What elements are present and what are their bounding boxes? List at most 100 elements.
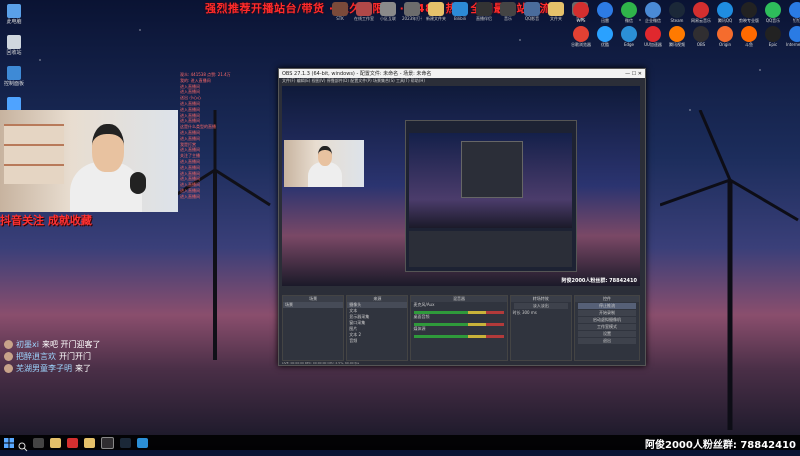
- desktop-app-shortcut[interactable]: 微信: [618, 2, 640, 24]
- control-button[interactable]: 开始录制: [577, 310, 637, 316]
- desktop-icon[interactable]: 控制面板: [2, 66, 26, 87]
- app-label: OBS: [696, 42, 706, 47]
- obs-preview[interactable]: 阿俊2000人粉丝群: 78842410: [282, 86, 640, 286]
- start-button[interactable]: [0, 435, 18, 450]
- desktop-app-shortcut[interactable]: 音乐: [498, 2, 518, 22]
- app-label: Bilibili: [454, 16, 466, 21]
- controls-panel[interactable]: 控件 停止推流 开始录制 启动虚拟摄像机 工作室模式 设置 退出: [573, 295, 641, 361]
- app-icon: [597, 26, 613, 42]
- desktop-app-shortcut[interactable]: 2023年打卡: [402, 2, 422, 22]
- desktop-app-shortcut[interactable]: Origin: [714, 26, 736, 48]
- app-label: Internet Explorer: [786, 42, 800, 47]
- app-icon: [621, 26, 637, 42]
- duration-label: 时长: [512, 310, 521, 315]
- folder-taskbar-icon[interactable]: [84, 437, 95, 448]
- transitions-panel[interactable]: 转场特效 淡入淡出 时长 300 ms: [509, 295, 572, 361]
- comment-message: 开门开门: [59, 351, 91, 361]
- obs-taskbar-icon[interactable]: [101, 436, 114, 449]
- wps-taskbar-icon[interactable]: [67, 437, 78, 448]
- desktop-app-shortcut[interactable]: 剪映专业版: [738, 2, 760, 24]
- desktop-app-shortcut[interactable]: QQ影音: [522, 2, 542, 22]
- control-button[interactable]: 启动虚拟摄像机: [577, 317, 637, 323]
- app-icon: [597, 2, 613, 18]
- desktop-app-shortcut[interactable]: 腾讯QQ: [714, 2, 736, 24]
- duration-input[interactable]: 300 ms: [522, 310, 537, 315]
- app-label: 钉钉: [793, 18, 800, 23]
- source-item[interactable]: 音频: [347, 338, 407, 344]
- app-label: 企业微信: [645, 18, 661, 23]
- app-icon: [404, 2, 420, 16]
- fans-group-text: 阿俊2000人粉丝群: 78842410: [645, 440, 796, 451]
- task-view-icon[interactable]: [33, 437, 44, 448]
- desktop-icon[interactable]: 此电脑: [2, 4, 26, 25]
- app-label: 谷歌浏览器: [571, 42, 591, 47]
- desktop-app-shortcut[interactable]: OBS: [690, 26, 712, 48]
- mixer-panel[interactable]: 混音器 麦克风/Aux 桌面音频 媒体源: [410, 295, 508, 361]
- desktop-app-shortcut[interactable]: 迅雷: [594, 2, 616, 24]
- edge-taskbar-icon[interactable]: [137, 437, 148, 448]
- live-stats-feed: 观众: 441538 点赞: 21.4万 我的: 进入直播间 进入直播间 进入直播间送…: [180, 72, 275, 200]
- obs-titlebar[interactable]: OBS 27.1.3 (64-bit, windows) - 配置文件: 未命名…: [279, 69, 645, 78]
- desktop-app-shortcut[interactable]: 新建文件夹: [426, 2, 446, 22]
- app-icon: [380, 2, 396, 16]
- search-icon[interactable]: [18, 437, 30, 452]
- chat-comment: 初墨xi 来吧 开门迎客了: [4, 338, 101, 350]
- desktop-icon-label: 此电脑: [6, 19, 22, 25]
- avatar: [4, 351, 13, 361]
- desktop-app-shortcut[interactable]: 小区互联: [378, 2, 398, 22]
- desktop-app-shortcut[interactable]: UU加速器: [642, 26, 664, 48]
- app-label: 微信: [625, 18, 633, 23]
- app-label: 新建文件夹: [426, 16, 446, 21]
- app-label: 音乐: [504, 16, 512, 21]
- wind-turbine-right: [660, 110, 799, 430]
- desktop-app-shortcut[interactable]: 在线工作室: [354, 2, 374, 22]
- desktop-app-shortcut[interactable]: 文件夹: [546, 2, 566, 22]
- desktop-app-shortcut[interactable]: 谷歌浏览器: [570, 26, 592, 48]
- desktop-icon[interactable]: 回收站: [2, 35, 26, 56]
- sources-panel[interactable]: 来源 摄像头 文本 显示器采集 窗口采集 图片 文本 2 音频: [346, 295, 409, 361]
- desktop-app-shortcut[interactable]: Steam: [666, 2, 688, 24]
- app-label: 优酷: [601, 42, 609, 47]
- desktop-app-shortcut[interactable]: Bilibili: [450, 2, 470, 22]
- desktop-app-shortcut[interactable]: 网易云音乐: [690, 2, 712, 24]
- desktop-app-shortcut[interactable]: 腾讯视频: [666, 26, 688, 48]
- chat-comments: 初墨xi 来吧 开门迎客了 把醉逍言欢 开门开门 芜湖男童李子明 来了: [4, 338, 101, 374]
- desktop-app-shortcut[interactable]: QQ音乐: [762, 2, 784, 24]
- obs-menubar[interactable]: 文件(F) 编辑(E) 视图(V) 停靠部件(D) 配置文件(P) 场景集合(S…: [279, 78, 645, 84]
- scene-item[interactable]: 场景: [283, 302, 344, 308]
- control-button[interactable]: 停止推流: [577, 303, 637, 309]
- comment-user: 初墨xi: [16, 339, 39, 349]
- desktop-app-shortcut[interactable]: 直播伴侣: [474, 2, 494, 22]
- file-explorer-icon[interactable]: [50, 437, 61, 448]
- desktop-app-shortcut[interactable]: Internet Explorer: [786, 26, 800, 48]
- control-button[interactable]: 工作室模式: [577, 324, 637, 330]
- scenes-panel[interactable]: 场景 场景: [282, 295, 345, 361]
- desktop-app-shortcut[interactable]: 斗鱼: [738, 26, 760, 48]
- desktop-app-shortcut[interactable]: 企业微信: [642, 2, 664, 24]
- nested-obs-preview: [405, 120, 577, 272]
- desktop-app-shortcut[interactable]: Epic: [762, 26, 784, 48]
- chat-comment: 芜湖男童李子明 来了: [4, 362, 101, 374]
- app-icon: [548, 2, 564, 16]
- desktop-app-shortcut[interactable]: Edge: [618, 26, 640, 48]
- desktop-app-shortcut[interactable]: 钉钉: [786, 2, 800, 24]
- app-label: Steam: [670, 18, 684, 23]
- volume-meter[interactable]: [414, 335, 504, 338]
- obs-dock: 场景 场景 来源 摄像头 文本 显示器采集 窗口采集 图片 文本 2 音频 混音器 麦克风/…: [282, 295, 641, 361]
- app-icon: [765, 26, 781, 42]
- app-label: 直播伴侣: [476, 16, 492, 21]
- control-button[interactable]: 退出: [577, 338, 637, 344]
- stats-line: 进入直播间: [180, 193, 200, 199]
- app-icon: [717, 26, 733, 42]
- transition-select[interactable]: 淡入淡出: [513, 303, 568, 309]
- desktop-app-shortcut[interactable]: 优酷: [594, 26, 616, 48]
- app-icon: [476, 2, 492, 16]
- obs-window[interactable]: OBS 27.1.3 (64-bit, windows) - 配置文件: 未命名…: [278, 68, 646, 366]
- control-button[interactable]: 设置: [577, 331, 637, 337]
- window-controls[interactable]: — ☐ ✕: [625, 71, 642, 77]
- desktop-app-shortcut[interactable]: STK: [330, 2, 350, 22]
- desktop-app-shortcut[interactable]: WPS: [570, 2, 592, 24]
- app-label: QQ影音: [524, 16, 540, 21]
- steam-taskbar-icon[interactable]: [120, 437, 131, 448]
- desktop-icon-label: 回收站: [6, 50, 22, 56]
